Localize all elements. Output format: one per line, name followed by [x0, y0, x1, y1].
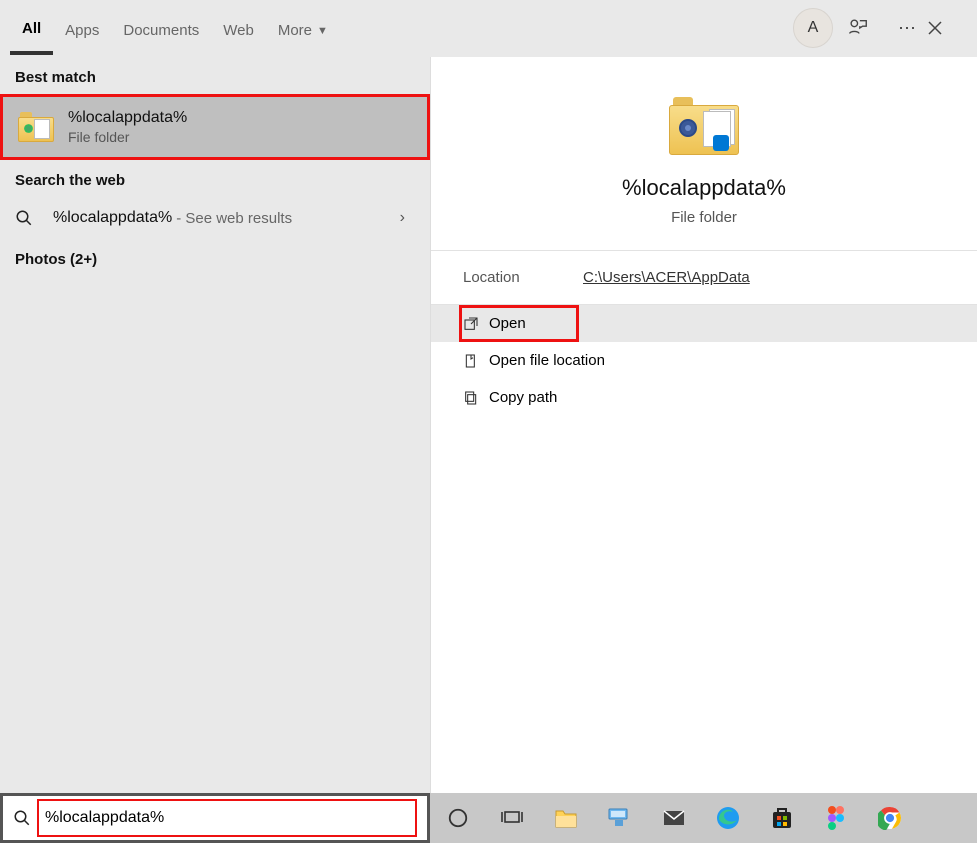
web-query: %localappdata%: [53, 209, 172, 227]
action-copy-path-label: Copy path: [489, 389, 557, 406]
search-box[interactable]: [0, 793, 430, 843]
best-match-result[interactable]: %localappdata% File folder: [0, 94, 430, 160]
figma-icon[interactable]: [822, 804, 850, 832]
tab-all[interactable]: All: [10, 6, 53, 55]
file-explorer-icon[interactable]: [552, 804, 580, 832]
result-title: %localappdata%: [68, 109, 187, 127]
action-open-loc-label: Open file location: [489, 352, 605, 369]
folder-large-icon: [669, 97, 739, 155]
section-search-web: Search the web: [0, 160, 430, 197]
feedback-icon[interactable]: [847, 17, 887, 39]
folder-icon: [18, 112, 54, 142]
action-open[interactable]: Open: [431, 305, 977, 342]
task-view-icon[interactable]: [498, 804, 526, 832]
search-icon: [13, 809, 31, 827]
action-open-label: Open: [489, 315, 526, 332]
chevron-down-icon: ▼: [317, 25, 328, 37]
location-label: Location: [463, 269, 583, 286]
results-pane: Best match %localappdata% File folder Se…: [0, 57, 430, 793]
search-filter-tabbar: All Apps Documents Web More ▼ A ⋯: [0, 0, 977, 57]
preview-title: %localappdata%: [622, 175, 786, 201]
cortana-icon[interactable]: [444, 804, 472, 832]
section-best-match: Best match: [0, 57, 430, 94]
user-avatar[interactable]: A: [793, 8, 833, 48]
close-icon[interactable]: [927, 20, 967, 36]
web-hint: - See web results: [176, 210, 292, 227]
location-value[interactable]: C:\Users\ACER\AppData: [583, 269, 750, 286]
edge-icon[interactable]: [714, 804, 742, 832]
chrome-icon[interactable]: [876, 804, 904, 832]
search-icon: [15, 209, 35, 227]
result-subtitle: File folder: [68, 129, 187, 145]
preview-kind: File folder: [671, 209, 737, 226]
preview-pane: %localappdata% File folder Location C:\U…: [430, 57, 977, 793]
keyboard-app-icon[interactable]: [606, 804, 634, 832]
tab-more[interactable]: More ▼: [266, 6, 340, 55]
ms-store-icon[interactable]: [768, 804, 796, 832]
chevron-right-icon: ›: [400, 209, 415, 227]
folder-open-icon: [463, 353, 489, 369]
search-input[interactable]: [45, 809, 415, 827]
taskbar: [430, 793, 977, 843]
tab-more-label: More: [278, 22, 312, 39]
copy-icon: [463, 390, 489, 406]
mail-icon[interactable]: [660, 804, 688, 832]
tab-web[interactable]: Web: [211, 6, 266, 55]
action-copy-path[interactable]: Copy path: [431, 379, 977, 416]
more-options-icon[interactable]: ⋯: [887, 18, 927, 39]
open-icon: [463, 316, 489, 332]
web-search-result[interactable]: %localappdata% - See web results ›: [0, 197, 430, 239]
action-open-file-location[interactable]: Open file location: [431, 342, 977, 379]
tab-apps[interactable]: Apps: [53, 6, 111, 55]
section-photos[interactable]: Photos (2+): [0, 239, 430, 276]
location-row: Location C:\Users\ACER\AppData: [431, 251, 977, 305]
tab-documents[interactable]: Documents: [111, 6, 211, 55]
